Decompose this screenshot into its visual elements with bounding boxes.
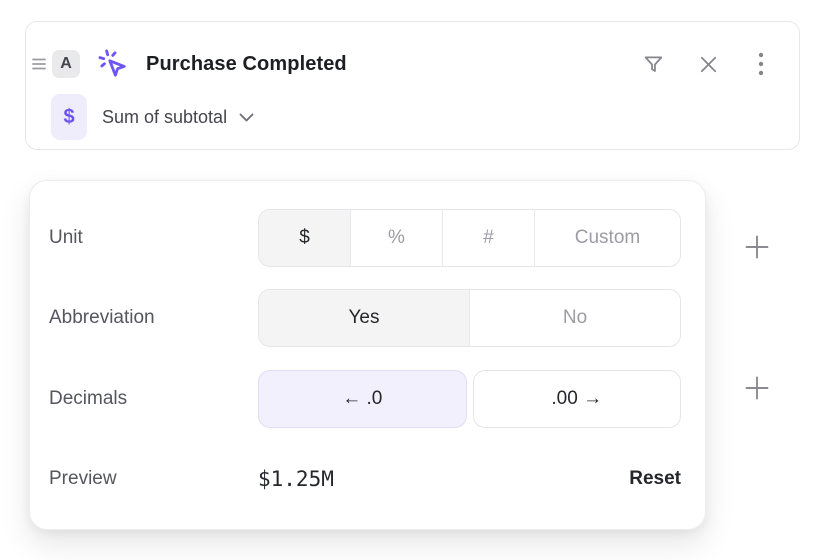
event-card-metric-row: $ Sum of subtotal [51,93,254,141]
unit-option-custom[interactable]: Custom [534,210,680,266]
series-badge: A [52,50,80,78]
add-item-button-bottom[interactable] [744,375,770,401]
unit-segmented-control: $ % # Custom [258,209,681,267]
drag-handle-icon[interactable] [31,56,47,72]
app-canvas: A Purchase Completed [0,0,826,560]
chevron-down-icon [239,113,254,122]
unit-option-percent[interactable]: % [350,210,442,266]
abbreviation-option-no[interactable]: No [469,290,680,346]
abbreviation-option-yes[interactable]: Yes [259,290,469,346]
abbreviation-row: Abbreviation Yes No [49,289,681,347]
plus-icon [744,375,770,401]
abbreviation-label: Abbreviation [49,307,258,329]
format-panel: Unit $ % # Custom Abbreviation Yes No De… [29,180,706,530]
event-title[interactable]: Purchase Completed [146,53,347,76]
event-card-header: A Purchase Completed [26,46,799,82]
add-item-button-top[interactable] [744,234,770,260]
event-card-actions [641,51,771,77]
filter-icon[interactable] [641,52,666,77]
more-options-icon[interactable] [751,51,771,77]
reset-button[interactable]: Reset [629,468,681,490]
unit-label: Unit [49,227,258,249]
event-card: A Purchase Completed [25,21,800,150]
metric-unit-badge: $ [51,94,87,140]
decimals-row: Decimals ← .0 .00 → [49,370,681,428]
preview-value: $1.25M [258,467,629,491]
cursor-click-icon [96,47,130,81]
decimals-decrease-button[interactable]: ← .0 [258,370,467,428]
decimals-increase-button[interactable]: .00 → [473,370,682,428]
preview-row: Preview $1.25M Reset [49,457,681,501]
close-icon[interactable] [697,53,720,76]
metric-selector[interactable]: Sum of subtotal [102,107,254,128]
metric-label: Sum of subtotal [102,107,227,128]
unit-option-dollar[interactable]: $ [259,210,350,266]
unit-option-number[interactable]: # [442,210,534,266]
abbreviation-segmented-control: Yes No [258,289,681,347]
decimals-label: Decimals [49,388,258,410]
unit-row: Unit $ % # Custom [49,209,681,267]
plus-icon [744,234,770,260]
decimals-controls: ← .0 .00 → [258,370,681,428]
preview-label: Preview [49,468,258,490]
